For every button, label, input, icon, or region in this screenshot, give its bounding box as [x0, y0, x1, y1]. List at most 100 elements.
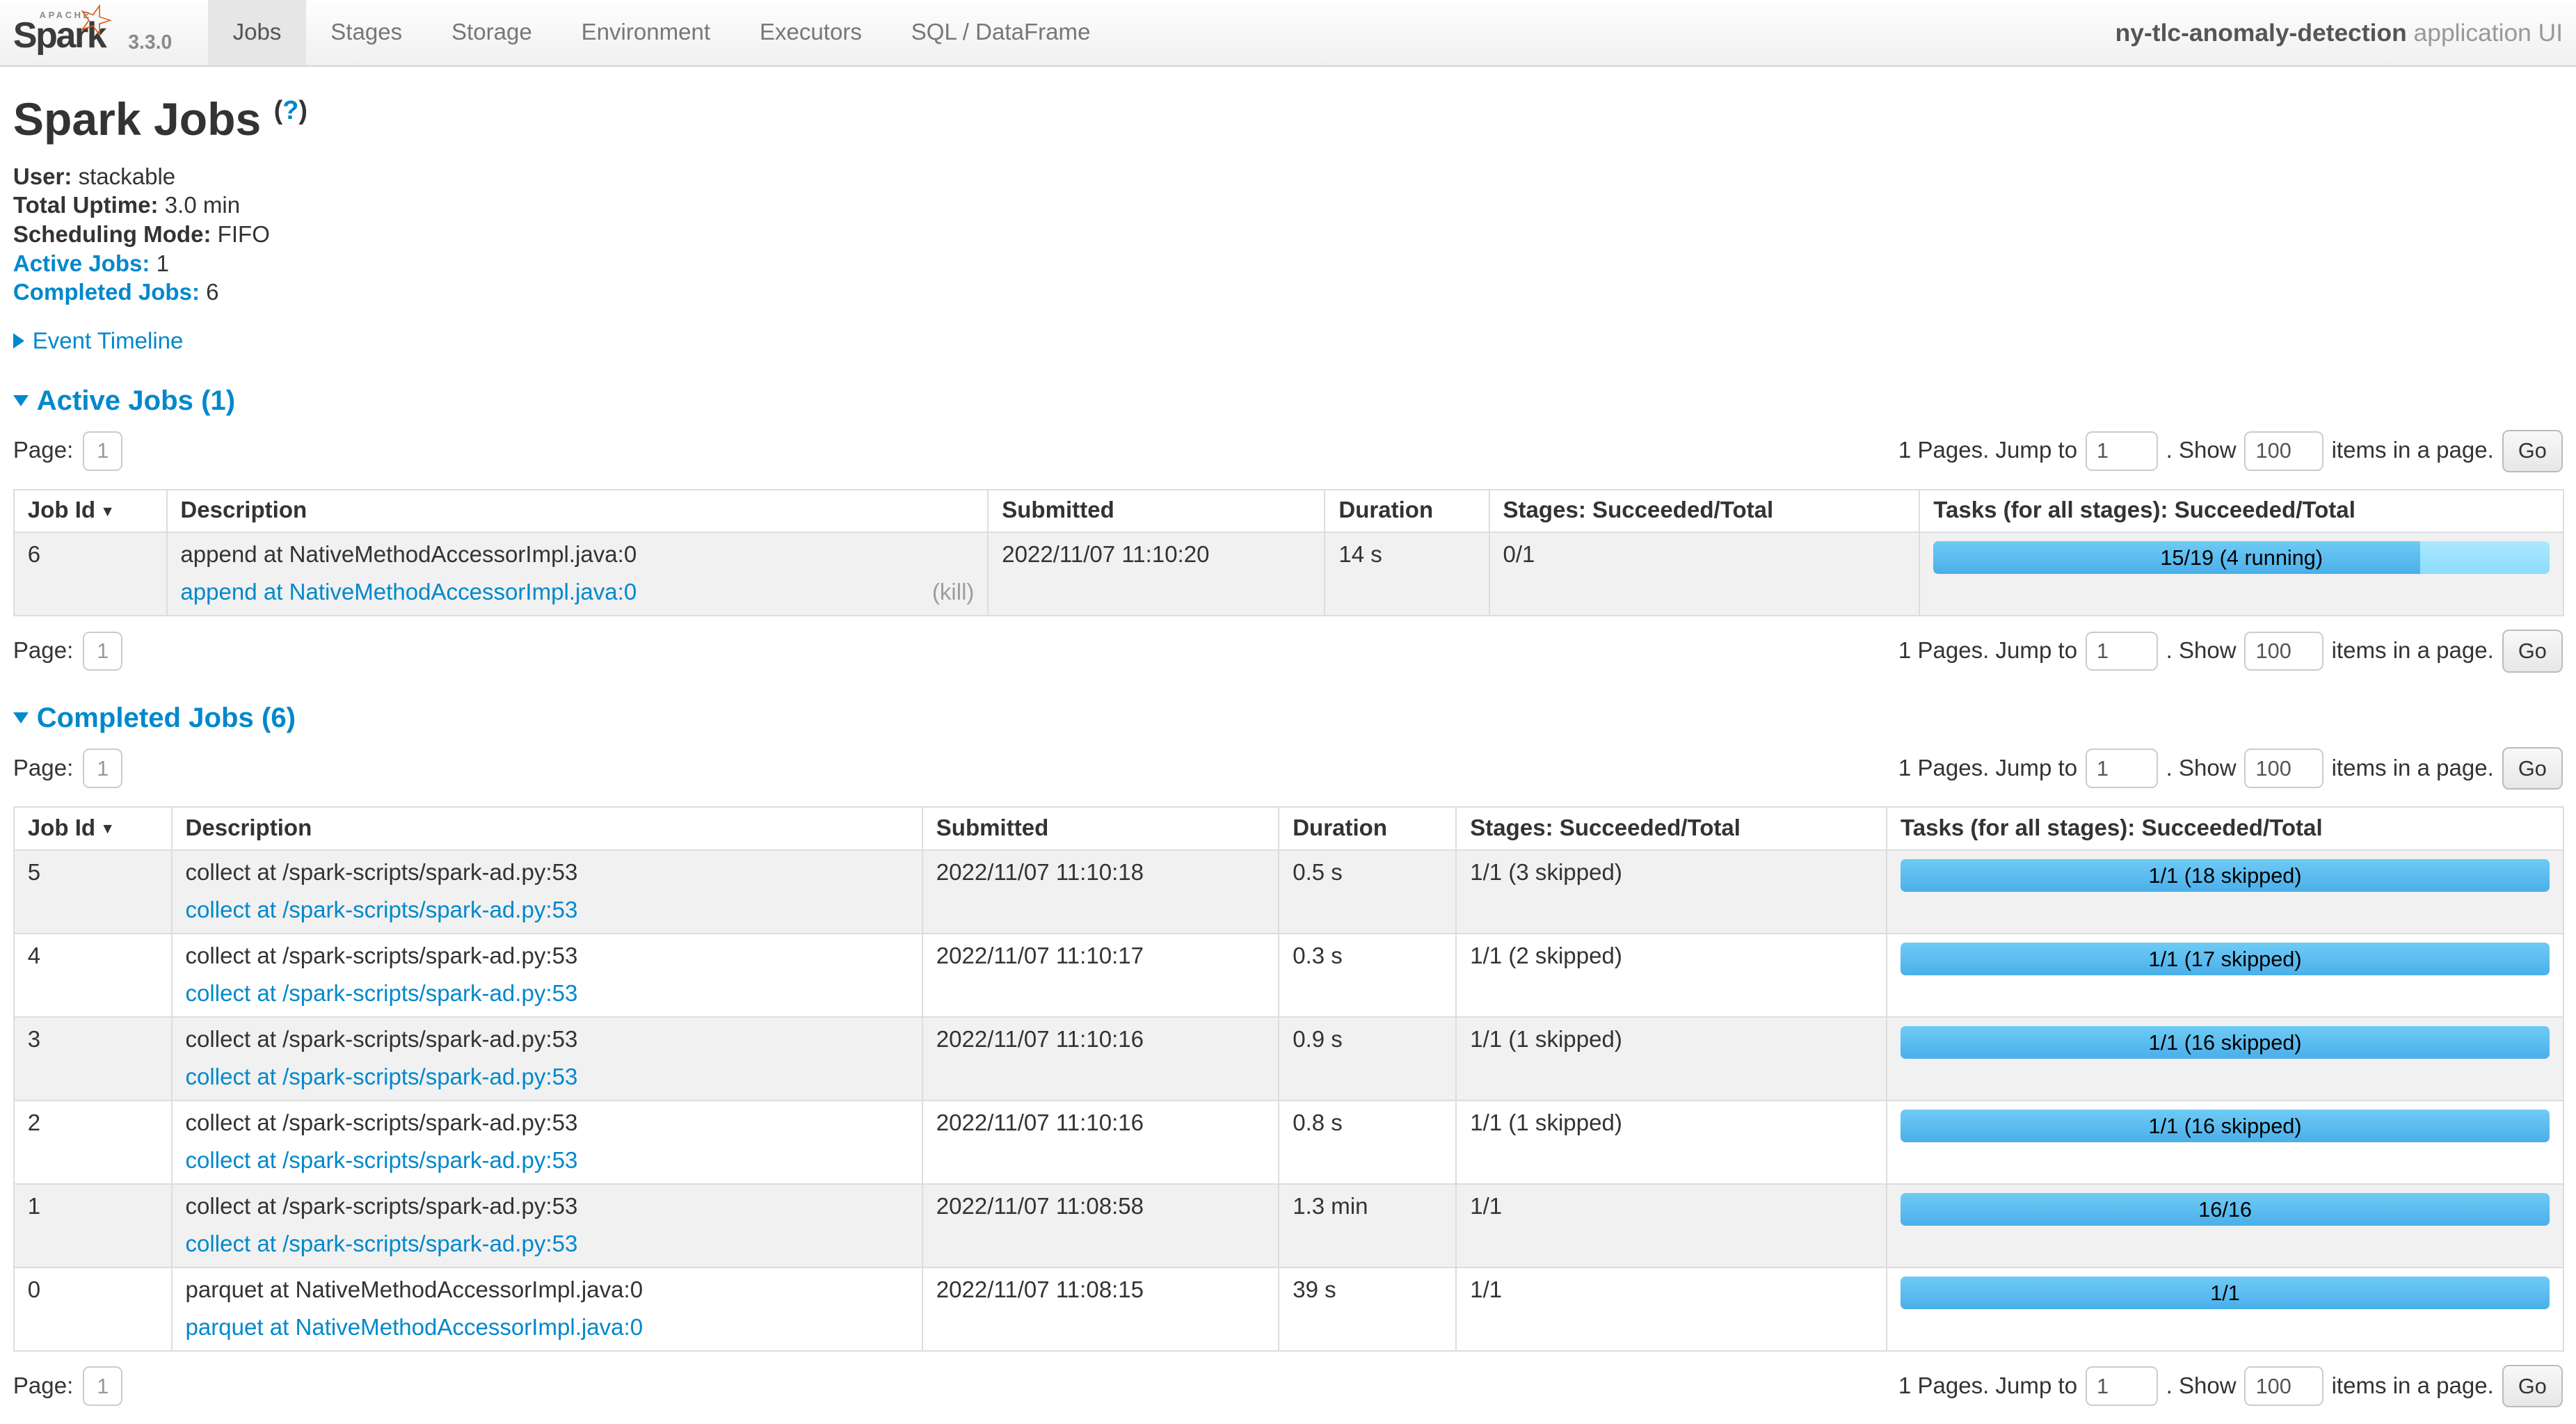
active-jobs-link[interactable]: Active Jobs:	[13, 251, 150, 277]
page-label: Page:	[13, 1373, 73, 1400]
nav-tabs: Jobs Stages Storage Environment Executor…	[208, 0, 1115, 65]
job-description-link[interactable]: collect at /spark-scripts/spark-ad.py:53	[185, 1148, 577, 1174]
active-jobs-pagination-bottom: Page: 1 Pages. Jump to . Show items in a…	[13, 630, 2563, 672]
kill-link[interactable]: (kill)	[932, 579, 975, 607]
sort-desc-icon: ▼	[100, 820, 115, 837]
active-jobs-section-header[interactable]: Active Jobs (1)	[13, 385, 2563, 417]
spark-logo[interactable]: APACHE Spark ☆	[13, 5, 115, 61]
column-header-job-id[interactable]: Job Id▼	[14, 490, 167, 533]
column-header-duration[interactable]: Duration	[1279, 807, 1456, 850]
jump-to-page-input[interactable]	[2086, 749, 2158, 788]
items-per-page-input[interactable]	[2244, 749, 2323, 788]
stages-cell: 1/1	[1456, 1184, 1887, 1267]
column-header-stages[interactable]: Stages: Succeeded/Total	[1456, 807, 1887, 850]
go-button[interactable]: Go	[2502, 630, 2563, 672]
page-number-input[interactable]	[83, 632, 122, 671]
scheduling-mode-label: Scheduling Mode:	[13, 222, 211, 248]
page-number-input[interactable]	[83, 431, 122, 471]
tab-environment[interactable]: Environment	[557, 0, 735, 65]
items-in-page-label: items in a page.	[2332, 438, 2494, 464]
tasks-cell: 1/1	[1887, 1267, 2563, 1351]
job-description-link[interactable]: append at NativeMethodAccessorImpl.java:…	[180, 579, 637, 605]
spark-version: 3.3.0	[128, 31, 172, 54]
tab-storage[interactable]: Storage	[427, 0, 557, 65]
pages-jump-label: 1 Pages. Jump to	[1898, 755, 2077, 782]
uptime-value: 3.0 min	[165, 193, 240, 218]
page-title: Spark Jobs (?)	[13, 93, 2563, 146]
column-header-job-id[interactable]: Job Id▼	[14, 807, 172, 850]
collapse-arrow-down-icon	[13, 712, 29, 723]
completed-jobs-link[interactable]: Completed Jobs:	[13, 280, 200, 305]
progress-label: 1/1	[1901, 1277, 2550, 1309]
job-description: append at NativeMethodAccessorImpl.java:…	[180, 541, 974, 569]
job-id-cell: 2	[14, 1101, 172, 1184]
items-in-page-label: items in a page.	[2332, 1373, 2494, 1400]
submitted-cell: 2022/11/07 11:10:20	[988, 532, 1325, 616]
table-row: 1 collect at /spark-scripts/spark-ad.py:…	[14, 1184, 2563, 1267]
progress-label: 15/19 (4 running)	[1933, 541, 2550, 574]
go-button[interactable]: Go	[2502, 747, 2563, 790]
job-description-link[interactable]: collect at /spark-scripts/spark-ad.py:53	[185, 1231, 577, 1257]
go-button[interactable]: Go	[2502, 1365, 2563, 1407]
tab-stages[interactable]: Stages	[306, 0, 427, 65]
completed-jobs-pagination-top: Page: 1 Pages. Jump to . Show items in a…	[13, 747, 2563, 790]
job-description-link[interactable]: collect at /spark-scripts/spark-ad.py:53	[185, 981, 577, 1007]
table-row: 4 collect at /spark-scripts/spark-ad.py:…	[14, 934, 2563, 1017]
info-uptime: Total Uptime: 3.0 min	[13, 191, 2563, 221]
active-jobs-pagination-top: Page: 1 Pages. Jump to . Show items in a…	[13, 430, 2563, 472]
tab-executors[interactable]: Executors	[735, 0, 887, 65]
tasks-progress-bar: 16/16	[1901, 1193, 2550, 1226]
completed-jobs-section-header[interactable]: Completed Jobs (6)	[13, 702, 2563, 734]
column-header-description[interactable]: Description	[167, 490, 989, 533]
table-row: 5 collect at /spark-scripts/spark-ad.py:…	[14, 850, 2563, 934]
jump-to-page-input[interactable]	[2086, 431, 2158, 471]
column-header-duration[interactable]: Duration	[1325, 490, 1489, 533]
page-label: Page:	[13, 438, 73, 464]
items-per-page-input[interactable]	[2244, 632, 2323, 671]
user-value: stackable	[79, 164, 176, 190]
column-header-submitted[interactable]: Submitted	[988, 490, 1325, 533]
page-number-input[interactable]	[83, 1366, 122, 1406]
job-id-cell: 1	[14, 1184, 172, 1267]
duration-cell: 0.8 s	[1279, 1101, 1456, 1184]
items-in-page-label: items in a page.	[2332, 638, 2494, 664]
items-per-page-input[interactable]	[2244, 1366, 2323, 1406]
column-header-description[interactable]: Description	[172, 807, 922, 850]
job-description-link[interactable]: collect at /spark-scripts/spark-ad.py:53	[185, 897, 577, 923]
show-label: . Show	[2166, 1373, 2237, 1400]
duration-cell: 0.9 s	[1279, 1017, 1456, 1101]
summary-info-list: User: stackable Total Uptime: 3.0 min Sc…	[13, 163, 2563, 307]
go-button[interactable]: Go	[2502, 430, 2563, 472]
tasks-progress-bar: 1/1	[1901, 1277, 2550, 1309]
info-scheduling-mode: Scheduling Mode: FIFO	[13, 221, 2563, 250]
column-header-tasks[interactable]: Tasks (for all stages): Succeeded/Total	[1919, 490, 2563, 533]
tab-jobs[interactable]: Jobs	[208, 0, 306, 65]
jump-to-page-input[interactable]	[2086, 1366, 2158, 1406]
job-description-link[interactable]: collect at /spark-scripts/spark-ad.py:53	[185, 1064, 577, 1090]
column-header-stages[interactable]: Stages: Succeeded/Total	[1489, 490, 1920, 533]
column-header-tasks[interactable]: Tasks (for all stages): Succeeded/Total	[1887, 807, 2563, 850]
table-row: 3 collect at /spark-scripts/spark-ad.py:…	[14, 1017, 2563, 1101]
submitted-cell: 2022/11/07 11:10:18	[922, 850, 1279, 934]
job-description: collect at /spark-scripts/spark-ad.py:53	[185, 1110, 908, 1137]
stages-cell: 1/1 (1 skipped)	[1456, 1017, 1887, 1101]
progress-label: 1/1 (17 skipped)	[1901, 943, 2550, 975]
jump-to-page-input[interactable]	[2086, 632, 2158, 671]
duration-cell: 39 s	[1279, 1267, 1456, 1351]
job-id-cell: 4	[14, 934, 172, 1017]
column-header-submitted[interactable]: Submitted	[922, 807, 1279, 850]
help-link[interactable]: (?)	[274, 96, 307, 125]
event-timeline-label: Event Timeline	[33, 328, 184, 354]
submitted-cell: 2022/11/07 11:10:16	[922, 1101, 1279, 1184]
event-timeline-toggle[interactable]: Event Timeline	[13, 328, 2563, 355]
table-row: 2 collect at /spark-scripts/spark-ad.py:…	[14, 1101, 2563, 1184]
job-description-link[interactable]: parquet at NativeMethodAccessorImpl.java…	[185, 1315, 643, 1341]
items-per-page-input[interactable]	[2244, 431, 2323, 471]
tab-sql-dataframe[interactable]: SQL / DataFrame	[886, 0, 1115, 65]
page-number-input[interactable]	[83, 749, 122, 788]
stages-cell: 1/1	[1456, 1267, 1887, 1351]
active-jobs-count: 1	[157, 251, 169, 277]
collapse-arrow-right-icon	[13, 333, 24, 349]
active-jobs-section-title: Active Jobs (1)	[37, 385, 235, 416]
application-name: ny-tlc-anomaly-detection	[2115, 19, 2407, 47]
